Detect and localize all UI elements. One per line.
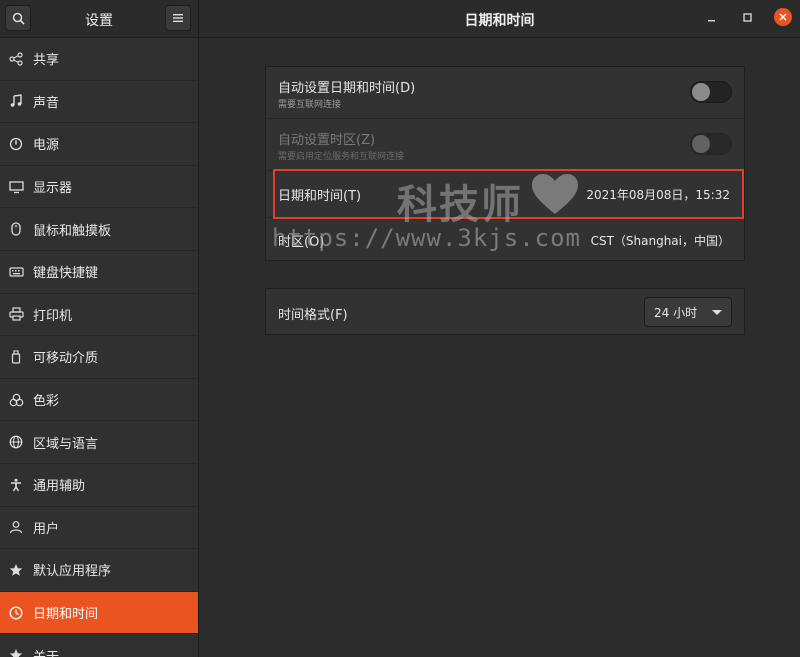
close-button[interactable]: [774, 8, 792, 26]
maximize-button[interactable]: [738, 8, 756, 26]
sidebar-item-label: 鼠标和触摸板: [33, 223, 112, 239]
hamburger-icon: [173, 14, 183, 22]
auto-datetime-sublabel: 需要互联网连接: [278, 100, 342, 110]
maximize-icon: [742, 12, 752, 22]
sidebar-item-default-apps[interactable]: 默认应用程序: [0, 549, 198, 592]
watermark-text: 科技师: [397, 182, 523, 228]
sidebar-item-label: 关于: [33, 646, 59, 657]
accessibility-icon: [8, 477, 24, 493]
color-icon: [8, 392, 24, 408]
sidebar-item-power[interactable]: 电源: [0, 123, 198, 166]
sidebar-item-date-time[interactable]: 日期和时间: [0, 591, 198, 635]
timezone-value: CST（Shanghai，中国）: [590, 234, 730, 248]
time-format-panel: 时间格式(F) 24 小时: [265, 288, 745, 335]
clock-icon: [8, 605, 24, 621]
globe-icon: [8, 434, 24, 450]
power-icon: [8, 136, 24, 152]
sidebar-item-accessibility[interactable]: 通用辅助: [0, 464, 198, 507]
sidebar-item-printers[interactable]: 打印机: [0, 294, 198, 337]
auto-datetime-row[interactable]: 自动设置日期和时间(D) 需要互联网连接: [266, 67, 744, 118]
sidebar-item-label: 用户: [33, 521, 60, 537]
sidebar-item-users[interactable]: 用户: [0, 507, 198, 550]
window-controls: [702, 8, 792, 26]
sidebar-item-label: 可移动介质: [33, 351, 99, 367]
sidebar-item-label: 打印机: [33, 308, 73, 324]
close-icon: [779, 13, 787, 21]
sidebar-item-label: 默认应用程序: [33, 564, 112, 580]
keyboard-icon: [8, 264, 24, 280]
printer-icon: [8, 306, 24, 322]
sidebar-item-display[interactable]: 显示器: [0, 166, 198, 209]
auto-timezone-sublabel: 需要启用定位服务和互联网连接: [278, 152, 405, 162]
sidebar-item-about[interactable]: 关于: [0, 634, 198, 657]
time-format-dropdown[interactable]: 24 小时: [644, 297, 732, 327]
auto-timezone-row[interactable]: 自动设置时区(Z) 需要启用定位服务和互联网连接: [266, 119, 744, 170]
info-icon: [8, 647, 24, 657]
main-content: 自动设置日期和时间(D) 需要互联网连接 自动设置时区(Z) 需要启用定位服务和…: [199, 38, 800, 657]
menu-button[interactable]: [165, 5, 191, 31]
minimize-button[interactable]: [702, 8, 720, 26]
auto-timezone-label: 自动设置时区(Z): [278, 133, 376, 148]
chevron-down-icon: [712, 310, 722, 315]
sidebar-item-label: 共享: [33, 53, 60, 69]
sidebar-item-label: 显示器: [33, 181, 73, 197]
sidebar-item-label: 色彩: [33, 394, 60, 410]
time-format-row: 时间格式(F) 24 小时: [266, 289, 744, 336]
sidebar-item-label: 键盘快捷键: [33, 266, 99, 282]
sidebar-item-mouse[interactable]: 鼠标和触摸板: [0, 208, 198, 251]
time-format-selected: 24 小时: [654, 305, 698, 320]
star-icon: [8, 562, 24, 578]
sidebar-item-label: 区域与语言: [33, 436, 99, 452]
sidebar-item-removable-media[interactable]: 可移动介质: [0, 336, 198, 379]
sidebar-item-color[interactable]: 色彩: [0, 379, 198, 422]
toggle-knob: [692, 83, 710, 101]
sidebar-item-label: 声音: [33, 95, 60, 111]
sidebar-item-label: 电源: [33, 138, 60, 154]
music-note-icon: [8, 93, 24, 109]
sidebar: 共享 声音 电源 显示器 鼠标和触摸板 键盘快捷键 打印机 可移动介质 色彩 区…: [0, 38, 199, 657]
toggle-knob: [692, 135, 710, 153]
header-bar: 设置 日期和时间: [0, 0, 800, 38]
sidebar-item-keyboard[interactable]: 键盘快捷键: [0, 251, 198, 294]
auto-timezone-toggle[interactable]: [690, 133, 732, 155]
display-icon: [8, 179, 24, 195]
removable-media-icon: [8, 349, 24, 365]
user-icon: [8, 519, 24, 535]
sidebar-item-sharing[interactable]: 共享: [0, 38, 198, 81]
sidebar-item-sound[interactable]: 声音: [0, 81, 198, 124]
sidebar-item-label: 通用辅助: [33, 479, 86, 495]
mouse-icon: [8, 221, 24, 237]
sidebar-item-region-language[interactable]: 区域与语言: [0, 421, 198, 464]
auto-datetime-toggle[interactable]: [690, 81, 732, 103]
share-icon: [8, 51, 24, 67]
watermark-url: https://www.3kjs.com: [272, 224, 581, 252]
sidebar-item-label: 日期和时间: [33, 607, 99, 623]
sidebar-header: 设置: [0, 0, 199, 37]
time-format-label: 时间格式(F): [278, 308, 348, 323]
minimize-icon: [707, 19, 715, 21]
auto-datetime-label: 自动设置日期和时间(D): [278, 81, 416, 96]
heart-icon: [532, 174, 578, 214]
